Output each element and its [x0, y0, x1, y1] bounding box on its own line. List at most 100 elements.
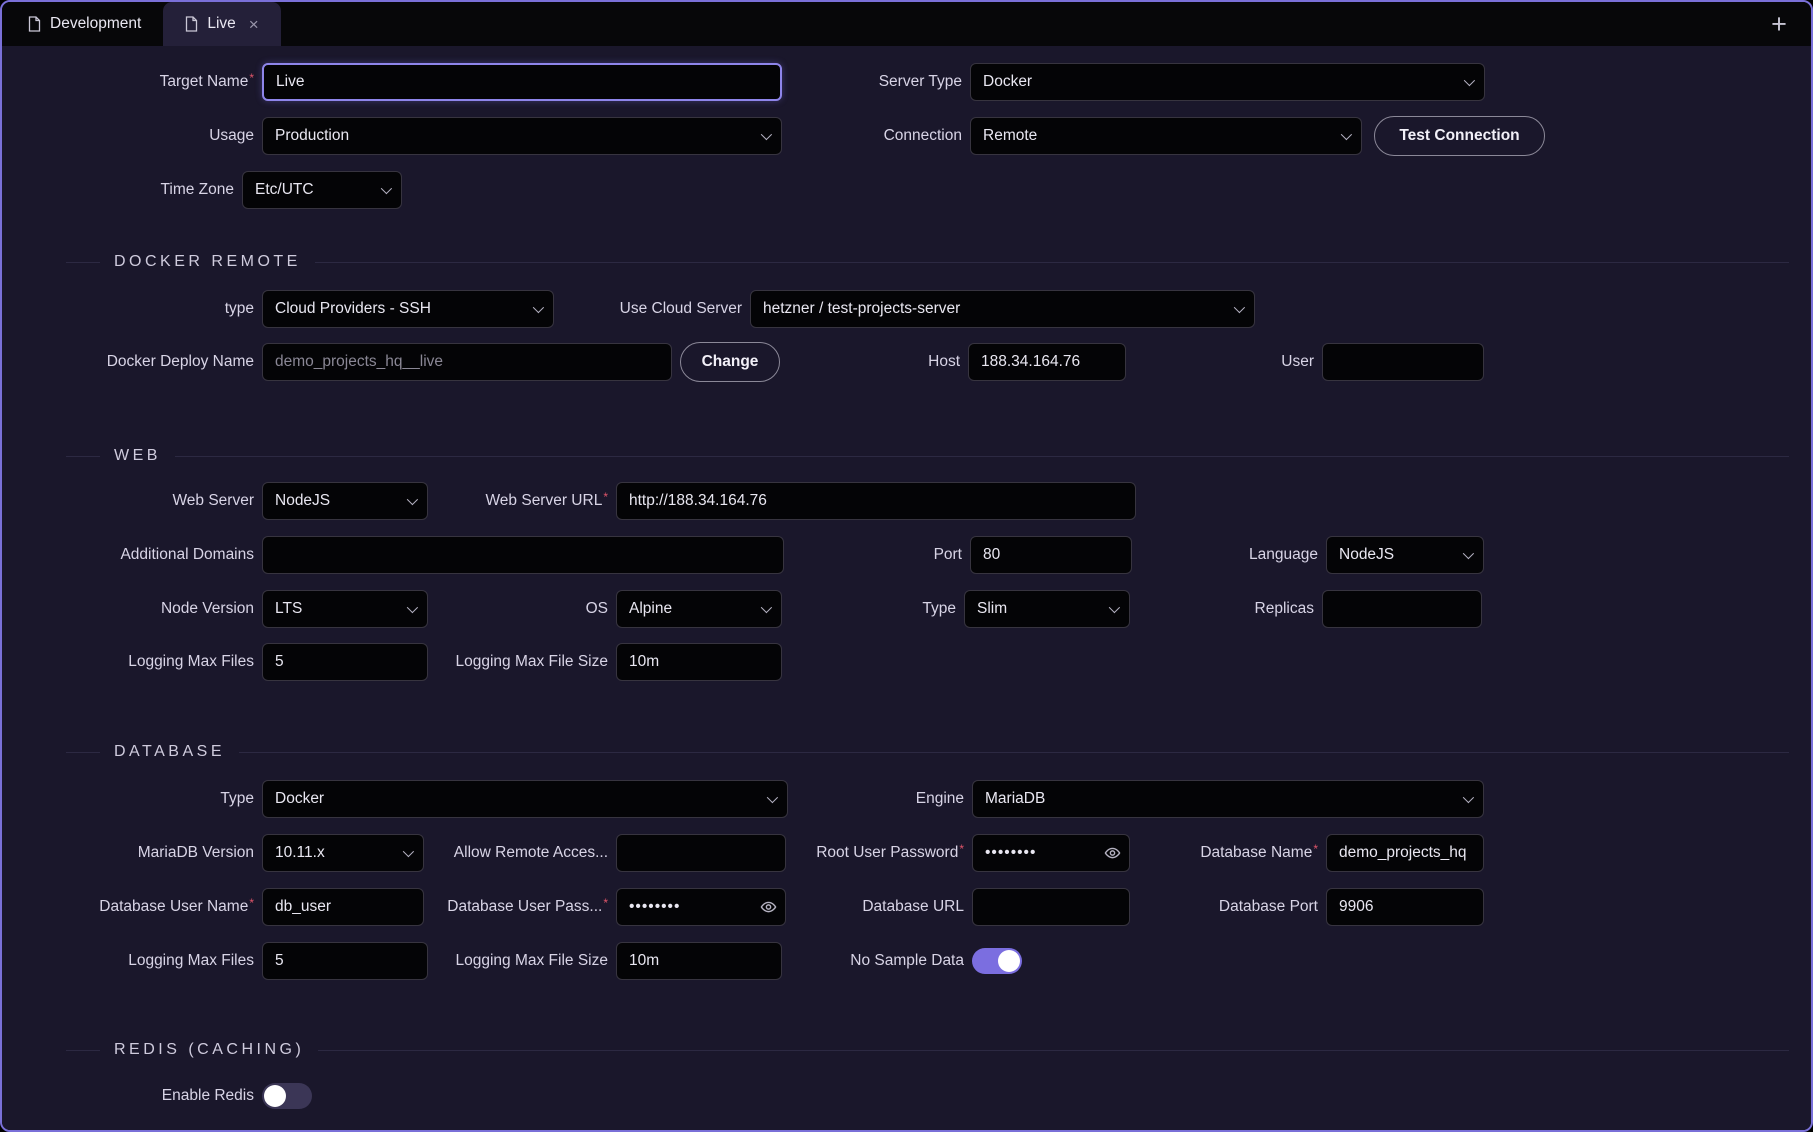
os-select[interactable]: Alpine — [616, 590, 782, 628]
field-additional-domains: Additional Domains — [42, 535, 784, 575]
tab-live[interactable]: Live × — [163, 2, 280, 46]
chevron-down-icon — [761, 602, 772, 613]
additional-domains-input[interactable] — [262, 536, 784, 574]
chevron-down-icon — [1463, 792, 1474, 803]
tab-development[interactable]: Development — [6, 2, 163, 46]
show-password-icon[interactable] — [760, 898, 777, 915]
form-content: Target Name* Server Type Docker Usage Pr… — [2, 46, 1811, 1130]
port-label: Port — [850, 546, 962, 564]
change-button[interactable]: Change — [680, 342, 780, 382]
field-node-version: Node Version LTS — [42, 589, 428, 629]
chevron-down-icon — [533, 302, 544, 313]
target-name-label: Target Name* — [42, 73, 254, 91]
tab-bar: Development Live × + — [2, 2, 1811, 46]
field-remote-type: type Cloud Providers - SSH — [42, 289, 554, 329]
server-type-select[interactable]: Docker — [970, 63, 1485, 101]
docker-deploy-name-input[interactable] — [262, 343, 672, 381]
image-type-select[interactable]: Slim — [964, 590, 1130, 628]
database-name-input[interactable] — [1326, 834, 1484, 872]
port-input[interactable] — [970, 536, 1132, 574]
field-database-user-pass: Database User Pass...* — [414, 887, 786, 927]
field-mariadb-version: MariaDB Version 10.11.x — [42, 833, 424, 873]
user-input[interactable] — [1322, 343, 1484, 381]
server-type-label: Server Type — [758, 73, 962, 91]
chevron-down-icon — [1234, 302, 1245, 313]
language-select[interactable]: NodeJS — [1326, 536, 1484, 574]
section-title: REDIS (CACHING) — [114, 1041, 304, 1059]
language-label: Language — [1120, 546, 1318, 564]
section-title: WEB — [114, 447, 161, 465]
target-name-input[interactable] — [262, 63, 782, 101]
section-docker-remote: DOCKER REMOTE — [66, 250, 1789, 274]
divider — [66, 456, 100, 457]
divider — [315, 262, 1789, 263]
test-connection-button[interactable]: Test Connection — [1374, 116, 1545, 156]
database-name-label: Database Name* — [1120, 844, 1318, 862]
close-tab-icon[interactable]: × — [249, 16, 259, 33]
section-title: DOCKER REMOTE — [114, 253, 301, 271]
allow-remote-access-input[interactable] — [616, 834, 786, 872]
chevron-down-icon — [381, 183, 392, 194]
remote-type-label: type — [42, 300, 254, 318]
field-server-type: Server Type Docker — [758, 62, 1485, 102]
usage-label: Usage — [42, 127, 254, 145]
os-label: OS — [500, 600, 608, 618]
field-language: Language NodeJS — [1120, 535, 1484, 575]
field-web-server-url: Web Server URL* — [380, 481, 1136, 521]
db-type-select[interactable]: Docker — [262, 780, 788, 818]
logging-max-files-label: Logging Max Files — [42, 952, 254, 970]
field-host: Host — [860, 342, 1126, 382]
web-server-url-label: Web Server URL* — [380, 492, 608, 510]
db-logging-max-file-size-input[interactable] — [616, 942, 782, 980]
document-icon — [185, 16, 198, 32]
usage-select[interactable]: Production — [262, 117, 782, 155]
mariadb-version-label: MariaDB Version — [42, 844, 254, 862]
no-sample-data-toggle[interactable] — [972, 948, 1022, 974]
replicas-label: Replicas — [1150, 600, 1314, 618]
docker-deploy-name-label: Docker Deploy Name — [42, 353, 254, 371]
new-tab-button[interactable]: + — [1763, 8, 1795, 40]
divider — [66, 752, 100, 753]
node-version-label: Node Version — [42, 600, 254, 618]
show-password-icon[interactable] — [1104, 844, 1121, 861]
allow-remote-access-label: Allow Remote Acces... — [414, 844, 608, 862]
web-server-url-input[interactable] — [616, 482, 1136, 520]
db-engine-label: Engine — [758, 790, 964, 808]
node-version-select[interactable]: LTS — [262, 590, 428, 628]
field-connection: Connection Remote — [758, 116, 1362, 156]
database-url-input[interactable] — [972, 888, 1130, 926]
section-web: WEB — [66, 444, 1789, 468]
no-sample-data-label: No Sample Data — [780, 952, 964, 970]
web-logging-max-file-size-input[interactable] — [616, 643, 782, 681]
remote-type-select[interactable]: Cloud Providers - SSH — [262, 290, 554, 328]
field-database-user-name: Database User Name* — [42, 887, 424, 927]
connection-select[interactable]: Remote — [970, 117, 1362, 155]
replicas-input[interactable] — [1322, 590, 1482, 628]
logging-max-file-size-label: Logging Max File Size — [360, 952, 608, 970]
chevron-down-icon — [1464, 75, 1475, 86]
time-zone-select[interactable]: Etc/UTC — [242, 171, 402, 209]
database-user-pass-label: Database User Pass...* — [414, 898, 608, 916]
user-label: User — [1180, 353, 1314, 371]
use-cloud-server-label: Use Cloud Server — [558, 300, 742, 318]
chevron-down-icon — [1463, 548, 1474, 559]
field-web-logging-max-file-size: Logging Max File Size — [360, 642, 782, 682]
field-database-port: Database Port — [1120, 887, 1484, 927]
database-port-input[interactable] — [1326, 888, 1484, 926]
use-cloud-server-select[interactable]: hetzner / test-projects-server — [750, 290, 1255, 328]
database-port-label: Database Port — [1120, 898, 1318, 916]
field-user: User — [1180, 342, 1484, 382]
enable-redis-toggle[interactable] — [262, 1083, 312, 1109]
enable-redis-label: Enable Redis — [42, 1087, 254, 1105]
app-window: Development Live × + Target Name* Server… — [0, 0, 1813, 1132]
field-os: OS Alpine — [500, 589, 782, 629]
mariadb-version-select[interactable]: 10.11.x — [262, 834, 424, 872]
db-engine-select[interactable]: MariaDB — [972, 780, 1484, 818]
host-input[interactable] — [968, 343, 1126, 381]
root-user-password-label: Root User Password* — [780, 844, 964, 862]
chevron-down-icon — [403, 846, 414, 857]
field-time-zone: Time Zone Etc/UTC — [42, 170, 402, 210]
database-user-name-input[interactable] — [262, 888, 424, 926]
db-type-label: Type — [42, 790, 254, 808]
document-icon — [28, 16, 41, 32]
